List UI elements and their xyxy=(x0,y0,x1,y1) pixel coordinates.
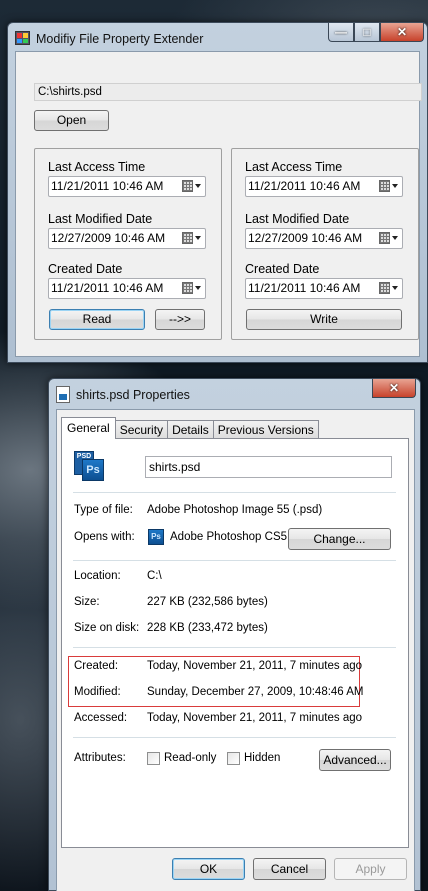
read-button[interactable]: Read xyxy=(49,309,145,330)
tab-previous-versions[interactable]: Previous Versions xyxy=(212,420,319,439)
file-property-extender-window: Modifiy File Property Extender — □ ✕ C:\… xyxy=(7,22,428,363)
open-button[interactable]: Open xyxy=(34,110,109,131)
divider xyxy=(73,737,396,738)
location-value: C:\ xyxy=(147,570,162,582)
window-client-area: C:\shirts.psd Open Last Access Time 11/2… xyxy=(15,51,422,357)
file-name-field[interactable]: shirts.psd xyxy=(145,456,392,478)
calendar-dropdown-icon[interactable] xyxy=(182,282,201,295)
ok-button[interactable]: OK xyxy=(172,858,245,880)
general-tab-page xyxy=(61,438,409,848)
last-modified-label: Last Modified Date xyxy=(48,212,153,226)
created-value: Today, November 21, 2011, 7 minutes ago xyxy=(147,660,363,672)
write-button[interactable]: Write xyxy=(246,309,402,330)
read-only-checkbox[interactable] xyxy=(147,752,160,765)
write-group: Last Access Time 11/21/2011 10:46 AM Las… xyxy=(231,148,419,340)
created-label: Created: xyxy=(74,660,119,672)
opens-with-label: Opens with: xyxy=(74,531,135,543)
last-access-value: 11/21/2011 10:46 AM xyxy=(248,179,361,193)
photoshop-file-icon: PSD Ps xyxy=(74,451,106,483)
photoshop-app-icon: Ps xyxy=(148,529,164,545)
apply-button[interactable]: Apply xyxy=(334,858,407,880)
modified-value: Sunday, December 27, 2009, 10:48:46 AM xyxy=(147,686,364,698)
calendar-dropdown-icon[interactable] xyxy=(379,282,398,295)
last-access-label: Last Access Time xyxy=(245,160,343,174)
read-group: Last Access Time 11/21/2011 10:46 AM Las… xyxy=(34,148,222,340)
divider xyxy=(73,647,396,648)
advanced-button[interactable]: Advanced... xyxy=(319,749,391,771)
file-path-field[interactable]: C:\shirts.psd xyxy=(34,83,422,101)
minimize-button[interactable]: — xyxy=(328,23,354,42)
size-on-disk-label: Size on disk: xyxy=(74,622,140,634)
last-access-picker[interactable]: 11/21/2011 10:46 AM xyxy=(48,176,206,197)
divider xyxy=(73,560,396,561)
size-label: Size: xyxy=(74,596,100,608)
created-picker[interactable]: 11/21/2011 10:46 AM xyxy=(48,278,206,299)
last-modified-picker[interactable]: 12/27/2009 10:46 AM xyxy=(245,228,403,249)
accessed-label: Accessed: xyxy=(74,712,128,724)
last-modified-value: 12/27/2009 10:46 AM xyxy=(51,231,166,245)
change-button[interactable]: Change... xyxy=(288,528,391,550)
size-on-disk-value: 228 KB (233,472 bytes) xyxy=(147,622,268,634)
read-only-label[interactable]: Read-only xyxy=(164,752,216,764)
calendar-dropdown-icon[interactable] xyxy=(379,180,398,193)
divider xyxy=(73,492,396,493)
modified-label: Modified: xyxy=(74,686,121,698)
accessed-value: Today, November 21, 2011, 7 minutes ago xyxy=(147,712,363,724)
close-button[interactable]: ✕ xyxy=(372,379,416,398)
calendar-dropdown-icon[interactable] xyxy=(182,232,201,245)
hidden-label[interactable]: Hidden xyxy=(244,752,280,764)
opens-with-value: Adobe Photoshop CS5. xyxy=(170,531,291,543)
last-modified-picker[interactable]: 12/27/2009 10:46 AM xyxy=(48,228,206,249)
maximize-button[interactable]: □ xyxy=(354,23,380,42)
app-icon xyxy=(15,31,30,45)
created-picker[interactable]: 11/21/2011 10:46 AM xyxy=(245,278,403,299)
type-of-file-value: Adobe Photoshop Image 55 (.psd) xyxy=(147,504,323,516)
file-icon xyxy=(56,386,70,403)
last-modified-value: 12/27/2009 10:46 AM xyxy=(248,231,363,245)
type-of-file-label: Type of file: xyxy=(74,504,133,516)
tab-details[interactable]: Details xyxy=(167,420,214,439)
window-title: Modifiy File Property Extender xyxy=(36,32,204,46)
location-label: Location: xyxy=(74,570,121,582)
created-label: Created Date xyxy=(245,262,320,276)
title-bar[interactable]: Modifiy File Property Extender — □ ✕ xyxy=(8,23,427,51)
calendar-dropdown-icon[interactable] xyxy=(182,180,201,193)
last-modified-label: Last Modified Date xyxy=(245,212,350,226)
created-value: 11/21/2011 10:46 AM xyxy=(51,281,164,295)
last-access-label: Last Access Time xyxy=(48,160,146,174)
calendar-dropdown-icon[interactable] xyxy=(379,232,398,245)
created-value: 11/21/2011 10:46 AM xyxy=(248,281,361,295)
last-access-value: 11/21/2011 10:46 AM xyxy=(51,179,164,193)
dialog-title: shirts.psd Properties xyxy=(76,388,190,402)
title-bar[interactable]: shirts.psd Properties ✕ xyxy=(49,379,420,407)
close-button[interactable]: ✕ xyxy=(380,23,424,42)
tab-strip: General Security Details Previous Versio… xyxy=(61,417,319,439)
hidden-checkbox[interactable] xyxy=(227,752,240,765)
copy-right-button[interactable]: -->> xyxy=(155,309,205,330)
last-access-picker[interactable]: 11/21/2011 10:46 AM xyxy=(245,176,403,197)
created-label: Created Date xyxy=(48,262,123,276)
attributes-label: Attributes: xyxy=(74,752,126,764)
size-value: 227 KB (232,586 bytes) xyxy=(147,596,268,608)
tab-security[interactable]: Security xyxy=(114,420,169,439)
cancel-button[interactable]: Cancel xyxy=(253,858,326,880)
tab-general[interactable]: General xyxy=(61,417,116,439)
